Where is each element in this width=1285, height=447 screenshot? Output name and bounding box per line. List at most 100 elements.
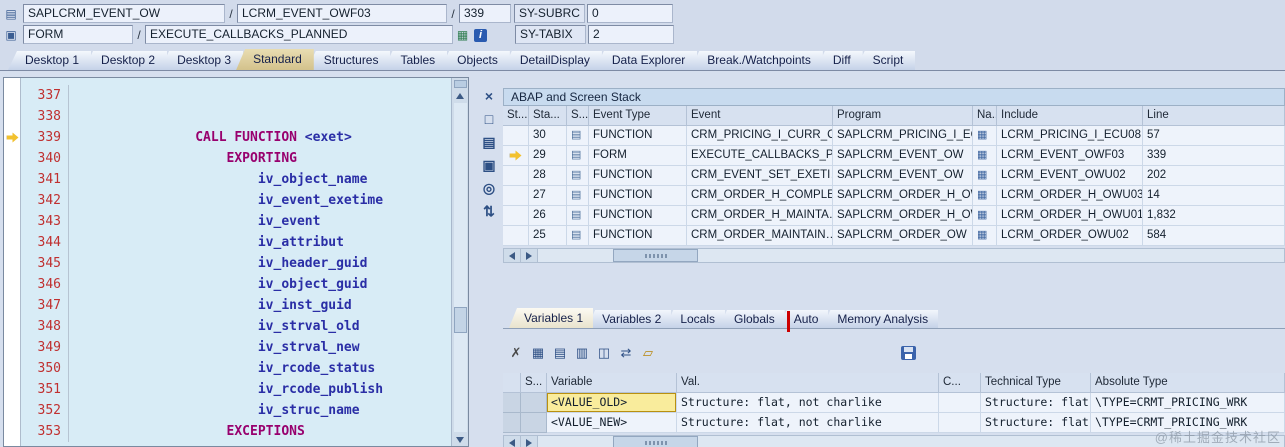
stack-row[interactable]: 27 FUNCTION CRM_ORDER_H_COMPLE… SAPLCRM_… (503, 186, 1285, 206)
column-header-c[interactable]: C... (939, 373, 981, 393)
code-text[interactable]: iv_object_name (69, 169, 368, 190)
stack-horizontal-scrollbar[interactable] (503, 248, 1285, 263)
column-header-line[interactable]: Line (1143, 106, 1285, 126)
stack-program[interactable]: SAPLCRM_ORDER_H_OW (833, 206, 973, 226)
event-name-field[interactable]: EXECUTE_CALLBACKS_PLANNED (145, 25, 453, 44)
column-header-val[interactable]: Val. (677, 373, 939, 393)
detail-view-icon[interactable]: ▤ (551, 344, 569, 362)
breakpoint-gutter[interactable] (4, 421, 21, 442)
stack-include[interactable]: LCRM_EVENT_OWU02 (997, 166, 1143, 186)
column-header-sta[interactable]: Sta... (529, 106, 567, 126)
scrollbar-track[interactable] (538, 249, 1284, 262)
editor-vertical-scrollbar[interactable] (451, 78, 468, 446)
row-selector[interactable] (503, 413, 521, 433)
stack-include[interactable]: LCRM_EVENT_OWF03 (997, 146, 1143, 166)
code-text[interactable]: EXPORTING (69, 148, 297, 169)
code-text[interactable]: iv_header_guid (69, 253, 368, 274)
scroll-up-icon[interactable] (453, 89, 467, 102)
variables-tab[interactable]: Memory Analysis (822, 310, 939, 328)
column-header-absolute-type[interactable]: Absolute Type (1091, 373, 1285, 393)
code-text[interactable]: EXCEPTIONS (69, 421, 305, 442)
stack-event[interactable]: CRM_PRICING_I_CURR_C… (687, 126, 833, 146)
stack-event[interactable]: CRM_ORDER_MAINTAIN… (687, 226, 833, 246)
breakpoint-gutter[interactable] (4, 337, 21, 358)
desktop-tab[interactable]: Break./Watchpoints (690, 51, 823, 70)
variables-tab[interactable]: Variables 1 (509, 308, 594, 328)
variables-tab[interactable]: Globals (719, 310, 785, 328)
new-tool-icon[interactable]: □ (480, 110, 499, 128)
desktop-tab[interactable]: Standard (236, 49, 314, 70)
include-field[interactable]: LCRM_EVENT_OWF03 (237, 4, 447, 23)
stack-row[interactable]: 29 FORM EXECUTE_CALLBACKS_P… SAPLCRM_EVE… (503, 146, 1285, 166)
variables-tab[interactable]: Variables 2 (587, 310, 672, 328)
split-column-icon[interactable]: ◫ (595, 344, 613, 362)
stack-event[interactable]: CRM_ORDER_H_COMPLE… (687, 186, 833, 206)
variable-value[interactable]: Structure: flat, not charlike (677, 393, 939, 413)
variable-row[interactable]: <VALUE_OLD> Structure: flat, not charlik… (503, 393, 1285, 413)
variable-value[interactable]: Structure: flat, not charlike (677, 413, 939, 433)
desktop-tab[interactable]: Script (855, 51, 916, 70)
save-layout-icon[interactable] (901, 346, 916, 360)
variables-tab[interactable]: Locals (665, 310, 725, 328)
breakpoint-gutter[interactable] (4, 274, 21, 295)
desktop-tab[interactable]: Data Explorer (594, 51, 698, 70)
scrollbar-track[interactable] (453, 103, 467, 432)
scroll-down-icon[interactable] (453, 433, 467, 446)
breakpoint-gutter[interactable] (4, 295, 21, 316)
scrollbar-thumb[interactable] (613, 249, 698, 262)
program-field[interactable]: SAPLCRM_EVENT_OW (23, 4, 225, 23)
stack-event[interactable]: CRM_EVENT_SET_EXETI… (687, 166, 833, 186)
desktop-tab[interactable]: Objects (440, 51, 510, 70)
code-text[interactable] (69, 85, 70, 106)
desktop-tab[interactable]: Diff (815, 51, 863, 70)
breakpoint-gutter[interactable] (4, 127, 21, 148)
desktop-tab[interactable]: DetailDisplay (502, 51, 602, 70)
column-header-include[interactable]: Include (997, 106, 1143, 126)
swap-tool-icon[interactable]: ⇅ (480, 202, 499, 220)
code-text[interactable]: iv_rcode_publish (69, 379, 383, 400)
breakpoint-gutter[interactable] (4, 169, 21, 190)
scroll-left-icon[interactable] (504, 436, 521, 447)
code-text[interactable]: iv_attribut (69, 232, 344, 253)
scroll-right-icon[interactable] (521, 249, 538, 262)
stack-row[interactable]: 28 FUNCTION CRM_EVENT_SET_EXETI… SAPLCRM… (503, 166, 1285, 186)
variable-name[interactable]: <VALUE_NEW> (547, 413, 677, 433)
row-selector[interactable] (503, 393, 521, 413)
structure-icon[interactable]: ▦ (455, 27, 470, 42)
stack-row[interactable]: 26 FUNCTION CRM_ORDER_H_MAINTA… SAPLCRM_… (503, 206, 1285, 226)
code-text[interactable]: iv_strval_old (69, 316, 360, 337)
column-header-event-type[interactable]: Event Type (589, 106, 687, 126)
breakpoint-gutter[interactable] (4, 316, 21, 337)
stack-program[interactable]: SAPLCRM_EVENT_OW (833, 166, 973, 186)
stack-program[interactable]: SAPLCRM_EVENT_OW (833, 146, 973, 166)
code-text[interactable]: iv_strval_new (69, 337, 360, 358)
desktop-tab[interactable]: Desktop 3 (160, 51, 244, 70)
breakpoint-gutter[interactable] (4, 85, 21, 106)
desktop-tab[interactable]: Structures (306, 51, 391, 70)
tool-services-icon[interactable]: ▤ (480, 133, 499, 151)
stack-row[interactable]: 25 FUNCTION CRM_ORDER_MAINTAIN… SAPLCRM_… (503, 226, 1285, 246)
code-text[interactable]: iv_object_guid (69, 274, 368, 295)
info-icon[interactable]: i (474, 28, 487, 42)
column-header-variable[interactable]: Variable (547, 373, 677, 393)
splitter-handle-icon[interactable] (453, 80, 467, 88)
sy-tabix-value[interactable]: 2 (588, 25, 674, 44)
column-header-event[interactable]: Event (687, 106, 833, 126)
grid-view-icon[interactable]: ▥ (573, 344, 591, 362)
delete-icon[interactable]: ✗ (507, 344, 525, 362)
column-header-program[interactable]: Program (833, 106, 973, 126)
column-header-technical-type[interactable]: Technical Type (981, 373, 1091, 393)
stack-program[interactable]: SAPLCRM_ORDER_H_OW (833, 186, 973, 206)
breakpoint-gutter[interactable] (4, 253, 21, 274)
breakpoint-gutter[interactable] (4, 148, 21, 169)
close-tool-icon[interactable]: × (480, 87, 499, 105)
variable-name[interactable]: <VALUE_OLD> (547, 393, 677, 413)
code-text[interactable]: iv_event (69, 211, 321, 232)
breakpoint-gutter[interactable] (4, 232, 21, 253)
stack-include[interactable]: LCRM_ORDER_H_OWU03 (997, 186, 1143, 206)
code-text[interactable]: iv_inst_guid (69, 295, 352, 316)
desktop-tab[interactable]: Desktop 1 (8, 51, 92, 70)
column-header-s[interactable]: S... (521, 373, 547, 393)
line-field[interactable]: 339 (459, 4, 511, 23)
breakpoint-gutter[interactable] (4, 106, 21, 127)
